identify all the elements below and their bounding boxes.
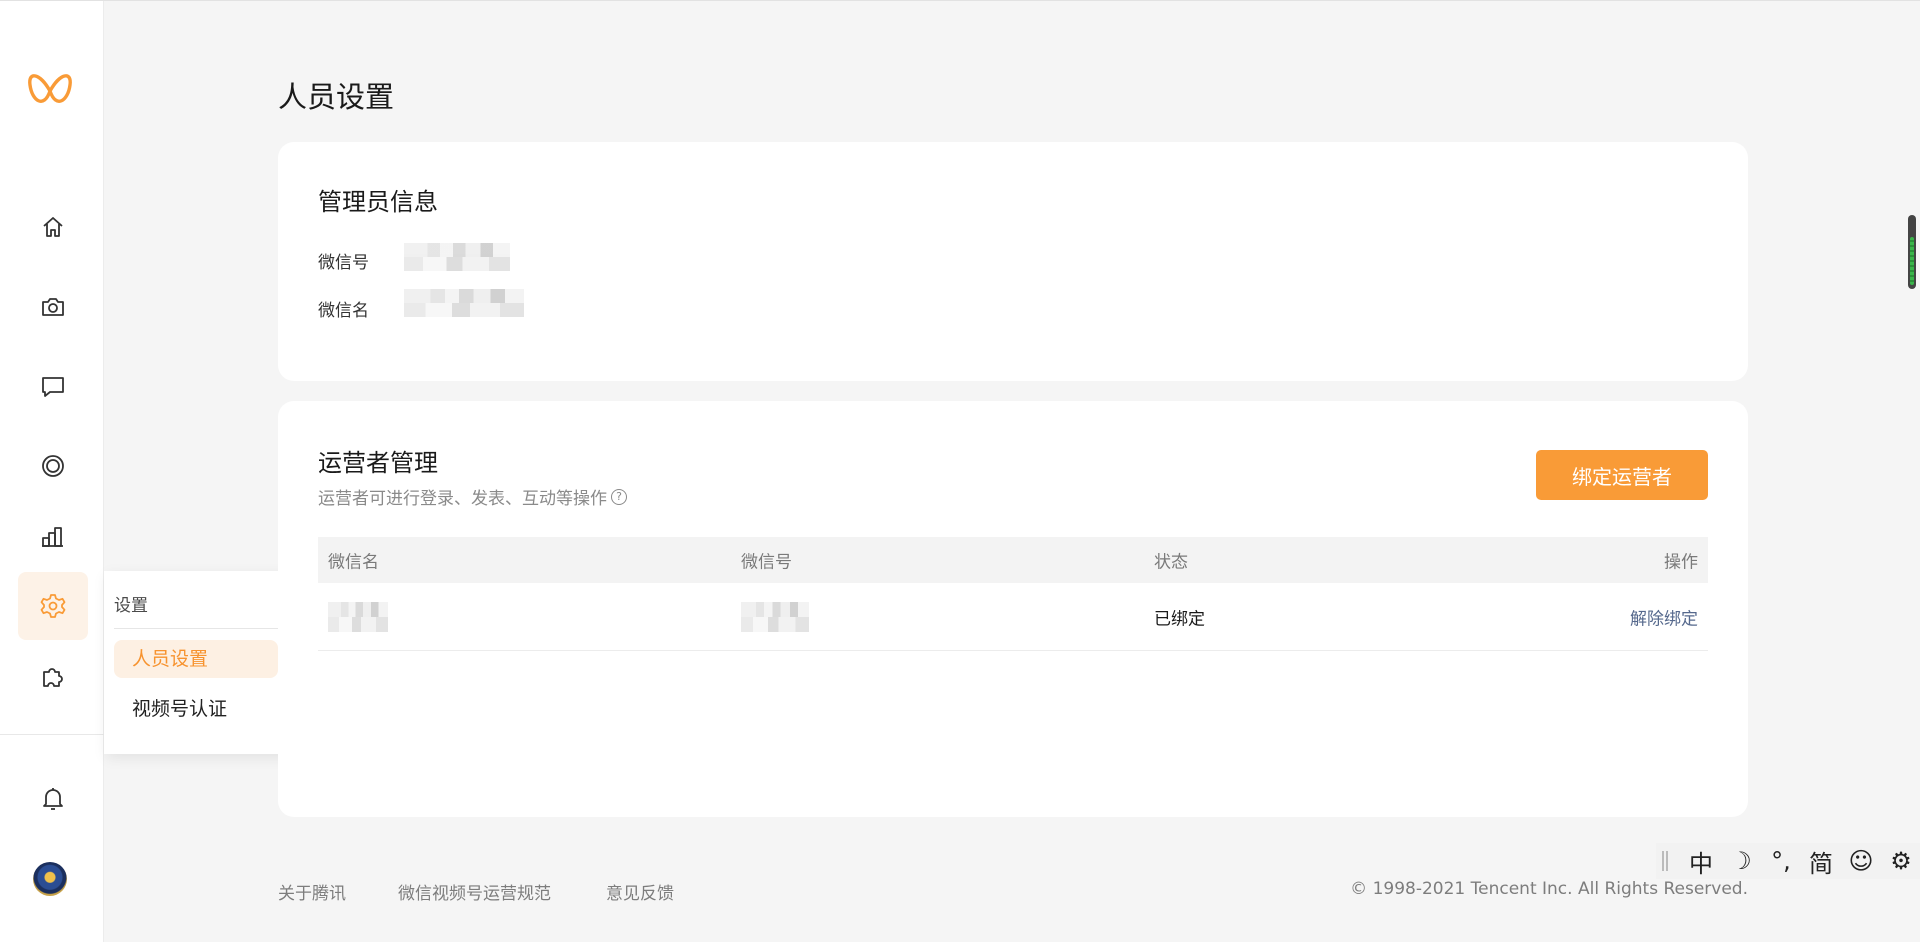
footer-link-operation-rules[interactable]: 微信视频号运营规范 (398, 879, 551, 904)
copyright: © 1998-2021 Tencent Inc. All Rights Rese… (1350, 879, 1748, 899)
ime-toolbar: 中 ☽ °, 简 ☺ ⚙ (1656, 843, 1920, 879)
gear-icon (40, 594, 66, 618)
nav-target[interactable] (18, 432, 88, 500)
column-header-action: 操作 (1664, 552, 1698, 573)
nav-camera[interactable] (18, 273, 88, 341)
operator-management-card: 运营者管理 运营者可进行登录、发表、互动等操作 ? 绑定运营者 微信名 微信号 … (278, 401, 1748, 817)
footer-link-feedback[interactable]: 意见反馈 (606, 879, 674, 904)
nav-settings[interactable] (18, 572, 88, 640)
nav-home[interactable] (18, 193, 88, 261)
redacted-operator-name (328, 601, 388, 632)
submenu-divider (114, 628, 294, 629)
table-row: 已绑定 解除绑定 (318, 583, 1708, 651)
submenu-item-channel-verification[interactable]: 视频号认证 (114, 690, 278, 728)
ime-settings-icon[interactable]: ⚙ (1884, 847, 1918, 875)
submenu-title: 设置 (114, 596, 148, 616)
nav-comments[interactable] (18, 353, 88, 421)
admin-heading: 管理员信息 (318, 188, 438, 216)
wechat-name-label: 微信名 (318, 301, 369, 321)
rail-divider (0, 734, 104, 735)
table-header: 微信名 微信号 状态 操作 (318, 537, 1708, 583)
redacted-wechat-name (404, 289, 524, 317)
avatar[interactable] (33, 862, 67, 896)
left-nav-rail (0, 1, 104, 942)
nav-plugins[interactable] (18, 643, 88, 711)
redacted-operator-id (741, 601, 809, 632)
page-title: 人员设置 (278, 80, 395, 114)
bind-operator-button[interactable]: 绑定运营者 (1536, 450, 1708, 500)
footer: 关于腾讯 微信视频号运营规范 意见反馈 © 1998-2021 Tencent … (278, 879, 1748, 904)
target-icon (42, 455, 64, 477)
admin-info-card: 管理员信息 微信号 微信名 (278, 142, 1748, 381)
comment-icon (42, 377, 64, 397)
bar-chart-icon (42, 527, 63, 547)
operators-subtitle: 运营者可进行登录、发表、互动等操作 ? (318, 484, 627, 509)
ime-punctuation-icon[interactable]: °, (1764, 847, 1798, 875)
ime-grip-handle[interactable] (1662, 851, 1668, 871)
camera-icon (42, 298, 64, 316)
operators-table: 微信名 微信号 状态 操作 已绑定 解除绑定 (318, 537, 1708, 651)
butterfly-logo[interactable] (26, 67, 74, 115)
home-icon (43, 217, 63, 237)
operators-subtitle-text: 运营者可进行登录、发表、互动等操作 (318, 489, 607, 509)
settings-submenu: 设置 人员设置 视频号认证 (104, 571, 304, 754)
unbind-link[interactable]: 解除绑定 (1630, 604, 1698, 629)
puzzle-icon (43, 668, 63, 687)
nav-notifications[interactable] (18, 764, 88, 832)
wechat-id-label: 微信号 (318, 253, 369, 273)
help-icon[interactable]: ? (611, 488, 627, 505)
ime-chinese-mode-icon[interactable]: 中 (1684, 844, 1718, 879)
operator-status: 已绑定 (1154, 609, 1205, 629)
ime-moon-icon[interactable]: ☽ (1724, 847, 1758, 875)
footer-link-about-tencent[interactable]: 关于腾讯 (278, 879, 346, 904)
operators-heading: 运营者管理 (318, 449, 438, 477)
ime-simplified-icon[interactable]: 简 (1804, 844, 1838, 879)
column-header-wechat-name: 微信名 (328, 552, 379, 573)
nav-data[interactable] (18, 503, 88, 571)
column-header-wechat-id: 微信号 (741, 552, 792, 573)
ime-emoji-icon[interactable]: ☺ (1844, 847, 1878, 875)
scroll-indicator[interactable] (1908, 215, 1916, 289)
submenu-item-personnel-settings[interactable]: 人员设置 (114, 640, 278, 678)
column-header-status: 状态 (1154, 552, 1188, 573)
redacted-wechat-id (404, 243, 510, 271)
bell-icon (43, 788, 63, 810)
